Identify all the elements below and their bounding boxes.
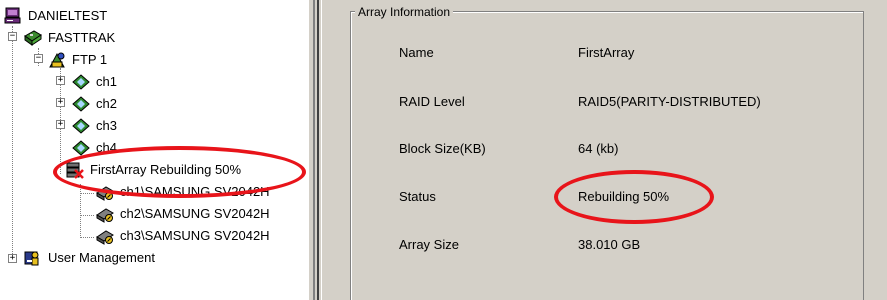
tree-label-root: DANIELTEST: [28, 8, 108, 23]
field-value: 64 (kb): [578, 141, 619, 156]
tree-node-channel[interactable]: ch2: [72, 94, 119, 114]
disk-drive-icon: [96, 227, 114, 245]
tree-line: [80, 215, 94, 216]
tree-label-disk: ch2\SAMSUNG SV2042H: [120, 206, 270, 221]
user-management-icon: [24, 249, 42, 267]
channel-icon: [72, 139, 90, 157]
tree-node-disk[interactable]: ch2\SAMSUNG SV2042H: [96, 204, 272, 224]
tree-node-user-management[interactable]: User Management: [24, 248, 157, 268]
group-title: Array Information: [355, 4, 454, 20]
pane-splitter[interactable]: [309, 0, 336, 300]
tree-line: [80, 193, 94, 194]
collapse-toggle[interactable]: −: [34, 54, 43, 63]
field-label: Block Size(KB): [399, 141, 486, 156]
tree-line: [80, 184, 81, 236]
tree-node-array[interactable]: FirstArray Rebuilding 50%: [66, 160, 244, 180]
tree-label-controller: FASTTRAK: [48, 30, 116, 45]
tree-node-channel[interactable]: ch4: [72, 138, 119, 158]
disk-drive-icon: [96, 205, 114, 223]
collapse-toggle[interactable]: −: [8, 32, 17, 41]
array-warning-icon: [66, 161, 84, 179]
tree-label-user-management: User Management: [48, 250, 155, 265]
field-label: Array Size: [399, 237, 459, 252]
field-value: 38.010 GB: [578, 237, 641, 252]
computer-icon: [4, 7, 22, 25]
tree-node-channel[interactable]: ch1: [72, 72, 119, 92]
tree-label-channel: ch2: [96, 96, 117, 111]
field-value: FirstArray: [578, 45, 635, 60]
tree-node-controller[interactable]: FASTTRAK: [24, 28, 117, 48]
tree-node-port[interactable]: FTP 1: [48, 50, 109, 70]
channel-icon: [72, 73, 90, 91]
tree-label-channel: ch3: [96, 118, 117, 133]
tree-node-root[interactable]: DANIELTEST: [4, 6, 109, 26]
field-value: RAID5(PARITY-DISTRIBUTED): [578, 94, 761, 109]
channel-icon: [72, 117, 90, 135]
disk-drive-icon: [96, 183, 114, 201]
tree-node-disk[interactable]: ch1\SAMSUNG SV2042H: [96, 182, 272, 202]
expand-toggle[interactable]: +: [56, 120, 65, 129]
field-label: RAID Level: [399, 94, 465, 109]
tree-label-array: FirstArray Rebuilding 50%: [90, 162, 242, 177]
field-label: Status: [399, 189, 436, 204]
device-tree: DANIELTEST − FASTTRAK − FTP 1 + ch1 + ch…: [0, 0, 309, 300]
tree-label-channel: ch4: [96, 140, 117, 155]
tree-label-port: FTP 1: [72, 52, 108, 67]
tree-label-disk: ch3\SAMSUNG SV2042H: [120, 228, 270, 243]
port-icon: [48, 51, 66, 69]
tree-label-disk: ch1\SAMSUNG SV2042H: [120, 184, 270, 199]
tree-node-disk[interactable]: ch3\SAMSUNG SV2042H: [96, 226, 272, 246]
expand-toggle[interactable]: +: [8, 254, 17, 263]
array-detail-pane: Array Information Name FirstArray RAID L…: [336, 0, 887, 300]
tree-label-channel: ch1: [96, 74, 117, 89]
tree-line: [80, 237, 94, 238]
tree-node-channel[interactable]: ch3: [72, 116, 119, 136]
tree-line: [12, 26, 13, 258]
channel-icon: [72, 95, 90, 113]
expand-toggle[interactable]: +: [56, 98, 65, 107]
controller-card-icon: [24, 29, 42, 47]
status-value: Rebuilding 50%: [578, 189, 670, 204]
field-label: Name: [399, 45, 434, 60]
expand-toggle[interactable]: +: [56, 76, 65, 85]
